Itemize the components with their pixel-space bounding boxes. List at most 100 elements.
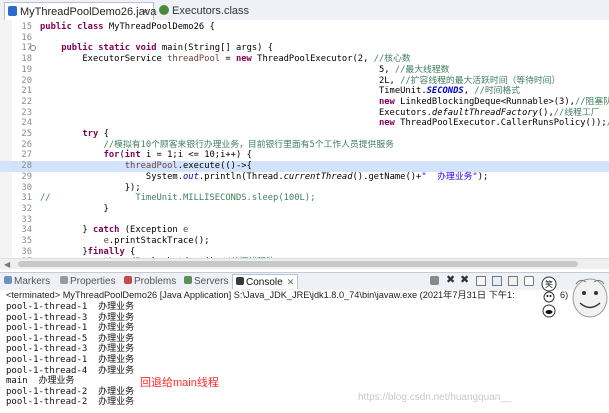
code-line[interactable]: 17 public static void main(String[] args… [0,43,609,54]
editor-horizontal-scrollbar[interactable]: ◀ [0,258,609,269]
code-line[interactable]: 16 [0,33,609,44]
line-number: 19 [21,64,32,75]
scroll-lock-icon[interactable] [476,276,486,286]
code-token: TimeUnit. [40,86,427,97]
code-token: { [130,246,136,257]
line-number: 35 [21,236,32,246]
laughing-face-icon: 笑 [541,276,608,318]
code-line[interactable]: 23 Executors.defaultThreadFactory(),//线程… [0,108,609,119]
tab-properties[interactable]: Properties [60,275,116,289]
code-token: //最大线程数 [394,64,450,75]
code-token: .execute(()->{ [177,161,252,172]
tab-markers[interactable]: Markers [4,275,50,289]
code-token: int [124,150,146,161]
code-token: // TimeUnit.MILLISECONDS.sleep(100L); [40,193,316,204]
code-line[interactable]: 22 new LinkedBlockingDeque<Runnable>(3),… [0,97,609,108]
code-token: .println(Thread. [198,171,284,182]
line-number: 29 [21,171,32,182]
tab-console[interactable]: Console ✕ [232,274,299,289]
watermark-text: https://blog.csdn.net/huangquan__ [358,392,512,403]
code-text: } catch (Exception e [40,225,188,236]
code-line[interactable]: 35 e.printStackTrace(); [0,236,609,247]
line-number: 16 [21,32,32,43]
code-line[interactable]: 20 2L, //扩容线程的最大活跃时间（等待时间） [0,76,609,87]
code-line[interactable]: 31 // TimeUnit.MILLISECONDS.sleep(100L); [0,193,609,204]
line-number: 23 [21,107,32,118]
code-text: public static void main(String[] args) { [40,43,273,54]
tab-servers[interactable]: Servers [184,275,228,289]
code-token: " 办理业务" [421,171,478,182]
code-line[interactable]: 15 public class MyThreadPoolDemo26 { [0,22,609,33]
code-token: } [40,225,93,236]
line-number: 25 [21,129,32,139]
servers-icon [184,276,192,284]
code-token: threadPool [167,54,221,65]
code-line[interactable]: 28 threadPool.execute(()->{ [0,161,609,172]
code-token: 2L, [40,75,401,86]
line-number: 28 [21,161,32,172]
terminate-icon[interactable] [430,276,439,285]
bottom-panel-tabs: Markers Properties Problems Servers Cons… [0,272,609,291]
code-token: new [378,118,401,129]
line-number: 21 [21,86,32,97]
close-tab-icon[interactable]: ✕ [141,3,149,21]
code-token: //扩容线程的最大活跃时间（等待时间） [400,75,561,86]
code-text: } [40,204,109,215]
code-line[interactable]: 25 try { [0,129,609,140]
code-line[interactable]: 33 [0,215,609,226]
open-console-icon[interactable] [524,276,534,286]
code-token: public class [40,22,109,32]
code-token: { [103,129,109,139]
fold-toggle-icon[interactable] [30,45,36,52]
code-token: 5, [40,64,395,75]
console-output[interactable]: <terminated> MyThreadPoolDemo26 [Java Ap… [0,290,609,413]
code-line[interactable]: 18 ExecutorService threadPool = new Thre… [0,54,609,65]
tab-problems[interactable]: Problems [124,275,176,289]
code-line[interactable]: 30 }); [0,183,609,194]
console-line: pool-1-thread-2 办理业务 [6,397,135,408]
scrollbar-thumb[interactable] [18,261,578,267]
line-number: 34 [21,225,32,236]
line-number: 32 [21,203,32,214]
code-line[interactable]: 19 5, //最大线程数 [0,65,609,76]
line-number: 30 [21,182,32,193]
code-line[interactable]: 29 System.out.println(Thread.currentThre… [0,172,609,183]
code-token: //阻塞队 [574,96,609,107]
code-line[interactable]: 32 } [0,204,609,215]
code-token: defaultThreadFactory [431,107,538,118]
code-line[interactable]: 24 new ThreadPoolExecutor.CallerRunsPoli… [0,118,609,129]
code-token: (), [537,107,554,118]
class-file-icon [159,5,169,15]
scroll-left-icon[interactable]: ◀ [4,260,10,269]
code-token: catch [92,225,125,236]
console-line: pool-1-thread-3 办理业务 [6,344,135,355]
annotation-text: 回退给main线程 [140,377,219,389]
terminated-status: <terminated> MyThreadPoolDemo26 [Java Ap… [6,290,515,300]
code-line[interactable]: 26 //模拟有10个顾客来银行办理业务，目前银行里面有5个工作人员提供服务 [0,140,609,151]
remove-launch-icon[interactable]: ✖ [446,273,455,286]
code-line[interactable]: 34 } catch (Exception e [0,225,609,236]
code-text: // TimeUnit.MILLISECONDS.sleep(100L); [40,193,315,204]
code-token: currentThread [283,171,353,182]
display-console-icon[interactable] [508,276,518,286]
code-line[interactable]: 27 for(int i = 1;i <= 10;i++) { [0,150,609,161]
code-line[interactable]: 21 TimeUnit.SECONDS, //时间格式 [0,86,609,97]
console-line: pool-1-thread-1 办理业务 [6,323,135,334]
code-token: new [235,54,258,65]
pin-console-icon[interactable] [492,276,502,286]
remove-all-icon[interactable]: ✖ [460,273,469,286]
line-number: 18 [21,54,32,65]
code-line[interactable]: 36 }finally { [0,247,609,258]
close-console-icon[interactable]: ✕ [287,277,295,287]
code-token: = [220,54,236,65]
code-token: public static void [61,43,162,54]
tab-executors-class[interactable]: Executors.class [156,2,266,20]
code-editor[interactable]: 15 public class MyThreadPoolDemo26 {16 17 … [0,20,609,270]
code-token: SECONDS [426,86,464,97]
code-token: , [463,86,475,97]
code-text: }); [40,183,141,194]
code-text: public class MyThreadPoolDemo26 { [40,22,215,33]
tab-mythreadpooldemo26[interactable]: MyThreadPoolDemo26.java ✕ [4,2,156,21]
